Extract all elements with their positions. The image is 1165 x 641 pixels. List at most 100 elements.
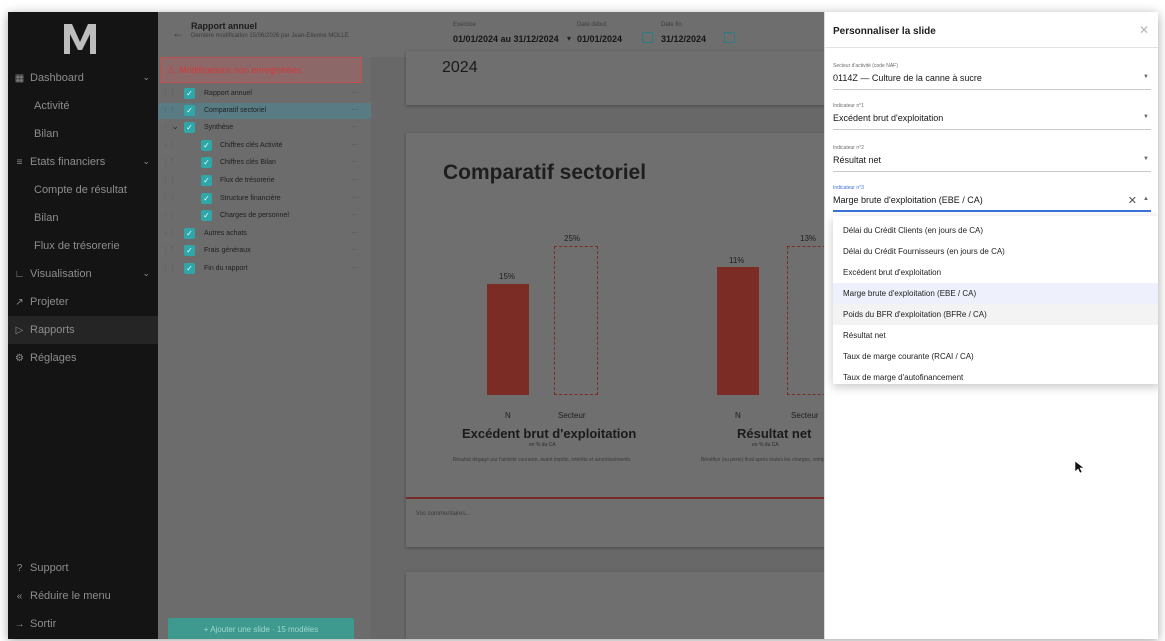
sidebar-item-activite[interactable]: Activité	[8, 92, 158, 120]
more-icon[interactable]: ···	[351, 263, 359, 272]
sidebar-item-label: Bilan	[34, 212, 59, 224]
more-icon[interactable]: ···	[351, 193, 359, 202]
bar-n-resultat	[717, 267, 759, 395]
outline-row[interactable]: ⋮⋮ ✓ Chiffres clés Bilan ···	[158, 155, 371, 171]
close-icon[interactable]: ✕	[1139, 23, 1149, 37]
sidebar-item-label: Projeter	[30, 296, 69, 308]
drag-handle-icon[interactable]: ⋮⋮	[162, 264, 176, 272]
sidebar-item-flux-de-tresorerie[interactable]: Flux de trésorerie	[8, 232, 158, 260]
comment-input[interactable]: Vos commentaires...	[416, 511, 470, 517]
dropdown-option[interactable]: Taux de marge d'autofinancement	[833, 367, 1158, 388]
more-icon[interactable]: ···	[351, 245, 359, 254]
checkbox[interactable]: ✓	[184, 122, 195, 133]
sidebar-item-label: Dashboard	[30, 72, 84, 84]
indicator-3-select[interactable]: Indicateur n°3 Marge brute d'exploitatio…	[833, 182, 1151, 212]
more-icon[interactable]: ···	[351, 175, 359, 184]
checkbox[interactable]: ✓	[184, 263, 195, 274]
end-date-input[interactable]: 31/12/2024	[661, 34, 706, 44]
start-date-input[interactable]: 01/01/2024	[577, 34, 622, 44]
report-last-modified: Dernière modification 15/06/2026 par Jea…	[191, 33, 349, 39]
outline-row[interactable]: ⋮⋮ ✓ Frais généraux ···	[158, 243, 371, 259]
drag-handle-icon[interactable]: ⋮⋮	[162, 194, 176, 202]
field-value[interactable]: Marge brute d'exploitation (EBE / CA)	[833, 195, 983, 205]
sector-select[interactable]: Secteur d'activité (code NAF) 0114Z — Cu…	[833, 60, 1151, 90]
more-icon[interactable]: ···	[351, 88, 359, 97]
drag-handle-icon[interactable]: ⋮⋮	[162, 211, 176, 219]
indicator-2-select[interactable]: Indicateur n°2 Résultat net ▼	[833, 142, 1151, 172]
sidebar-item-bilan-etats[interactable]: Bilan	[8, 204, 158, 232]
current-slide[interactable]: Comparatif sectoriel 15% 25% N Secteur E…	[406, 133, 847, 547]
checkbox[interactable]: ✓	[184, 88, 195, 99]
dropdown-option[interactable]: Taux de marge courante (RCAI / CA)	[833, 346, 1158, 367]
outline-row[interactable]: ⋮⋮ ✓ Flux de trésorerie ···	[158, 173, 371, 189]
sidebar-item-rapports[interactable]: ▷ Rapports	[8, 316, 158, 344]
outline-row[interactable]: ⋮⋮ ⌄ ✓ Synthèse ···	[158, 120, 371, 136]
trend-icon: ↗	[15, 296, 24, 308]
axis-label: N	[505, 411, 511, 420]
more-icon[interactable]: ···	[351, 157, 359, 166]
outline-row[interactable]: ⋮⋮ ✓ Comparatif sectoriel ···	[158, 103, 371, 119]
sidebar-item-reglages[interactable]: ⚙ Réglages	[8, 344, 158, 372]
metric-name: Résultat net	[737, 426, 812, 441]
outline-row[interactable]: ⋮⋮ ✓ Structure financière ···	[158, 191, 371, 207]
outline-row[interactable]: ⋮⋮ ✓ Charges de personnel ···	[158, 208, 371, 224]
dropdown-option[interactable]: Excédent brut d'exploitation	[833, 262, 1158, 283]
sidebar-item-visualisation[interactable]: ∟ Visualisation ⌄	[8, 260, 158, 288]
dropdown-option[interactable]: Marge brute d'exploitation (EBE / CA)	[833, 283, 1158, 304]
chevron-up-icon[interactable]: ▲	[1143, 196, 1149, 202]
calendar-icon[interactable]	[724, 32, 735, 43]
outline-row[interactable]: ⋮⋮ ✓ Autres achats ···	[158, 226, 371, 242]
checkbox[interactable]: ✓	[201, 157, 212, 168]
checkbox[interactable]: ✓	[184, 105, 195, 116]
dropdown-option[interactable]: Délai du Crédit Fournisseurs (en jours d…	[833, 241, 1158, 262]
collapse-menu-button[interactable]: « Réduire le menu	[8, 582, 158, 610]
back-arrow-icon[interactable]: ←	[172, 26, 184, 40]
outline-row[interactable]: ⋮⋮ ✓ Fin du rapport ···	[158, 261, 371, 277]
checkbox[interactable]: ✓	[201, 175, 212, 186]
logout-button[interactable]: → Sortir	[8, 610, 158, 638]
drag-handle-icon[interactable]: ⋮⋮	[162, 229, 176, 237]
drag-handle-icon[interactable]: ⋮⋮	[162, 89, 176, 97]
chevron-down-icon[interactable]: ▾	[567, 34, 571, 43]
sidebar-item-etats-financiers[interactable]: ≡ Etats financiers ⌄	[8, 148, 158, 176]
sidebar-item-projeter[interactable]: ↗ Projeter	[8, 288, 158, 316]
exercice-select[interactable]: 01/01/2024 au 31/12/2024	[453, 34, 559, 44]
next-slide[interactable]	[406, 572, 836, 639]
gear-icon: ⚙	[15, 352, 24, 364]
dropdown-option[interactable]: Résultat net	[833, 325, 1158, 346]
checkbox[interactable]: ✓	[201, 193, 212, 204]
dropdown-option[interactable]: Poids du BFR d'exploitation (BFRe / CA)	[833, 304, 1158, 325]
add-slide-button[interactable]: + Ajouter une slide · 15 modèles	[168, 618, 354, 639]
drag-handle-icon[interactable]: ⋮⋮	[162, 158, 176, 166]
drag-handle-icon[interactable]: ⋮⋮	[162, 106, 176, 114]
chevron-down-icon[interactable]: ⌄	[172, 122, 179, 131]
slide-year: 2024	[442, 59, 478, 76]
clear-icon[interactable]: ✕	[1128, 194, 1137, 207]
logout-icon: →	[14, 618, 25, 630]
checkbox[interactable]: ✓	[201, 140, 212, 151]
sidebar-item-label: Bilan	[34, 128, 59, 140]
calendar-icon[interactable]	[642, 32, 653, 43]
checkbox[interactable]: ✓	[184, 228, 195, 239]
more-icon[interactable]: ···	[351, 122, 359, 131]
more-icon[interactable]: ···	[351, 140, 359, 149]
slide-outline-panel: ← Rapport annuel Dernière modification 1…	[158, 12, 371, 639]
sidebar-item-bilan[interactable]: Bilan	[8, 120, 158, 148]
drag-handle-icon[interactable]: ⋮⋮	[162, 176, 176, 184]
sidebar-item-support[interactable]: ? Support	[8, 554, 158, 582]
more-icon[interactable]: ···	[351, 210, 359, 219]
drag-handle-icon[interactable]: ⋮⋮	[162, 141, 176, 149]
checkbox[interactable]: ✓	[184, 245, 195, 256]
sidebar-item-compte-de-resultat[interactable]: Compte de résultat	[8, 176, 158, 204]
dropdown-option[interactable]: Délai du Crédit Clients (en jours de CA)	[833, 220, 1158, 241]
outline-row[interactable]: ⋮⋮ ✓ Chiffres clés Activité ···	[158, 138, 371, 154]
checkbox[interactable]: ✓	[201, 210, 212, 221]
more-icon[interactable]: ···	[351, 228, 359, 237]
outline-row[interactable]: ⋮⋮ ✓ Rapport annuel ···	[158, 86, 371, 102]
indicator-1-select[interactable]: Indicateur n°1 Excédent brut d'exploitat…	[833, 100, 1151, 130]
sidebar-item-label: Activité	[34, 100, 70, 112]
previous-slide[interactable]: 2024	[406, 51, 836, 105]
sidebar-item-dashboard[interactable]: ▦ Dashboard ⌄	[8, 64, 158, 92]
drag-handle-icon[interactable]: ⋮⋮	[162, 246, 176, 254]
more-icon[interactable]: ···	[351, 105, 359, 114]
